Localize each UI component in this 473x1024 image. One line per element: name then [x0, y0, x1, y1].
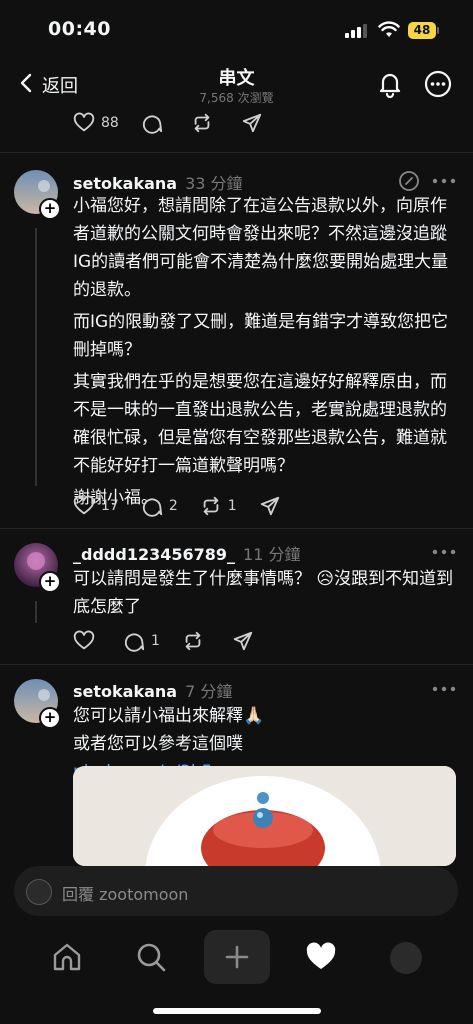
comment-paragraph: 其實我們在乎的是想要您在這邊好好解釋原由，而不是一昧的一直發出退款公告，老實說處…: [73, 372, 447, 476]
reply-avatar: [26, 879, 52, 905]
plus-icon: [225, 945, 249, 969]
repost-count: 1: [227, 498, 237, 514]
follow-plus-icon[interactable]: +: [39, 198, 61, 220]
search-icon[interactable]: [134, 940, 168, 974]
comment-icon: [124, 633, 145, 652]
reply-count: 2: [168, 498, 178, 514]
send-icon: [260, 496, 279, 516]
share-button[interactable]: [241, 112, 269, 134]
more-dots-icon[interactable]: [432, 178, 456, 184]
comment-actions: 1: [73, 630, 282, 652]
comment-button[interactable]: 1: [123, 630, 160, 652]
username[interactable]: setokakana: [73, 174, 177, 193]
new-post-button[interactable]: [204, 930, 270, 984]
profile-avatar[interactable]: [390, 942, 422, 974]
send-icon: [233, 631, 253, 651]
repost-icon: [203, 496, 219, 516]
timestamp: 33 分鐘: [185, 174, 243, 193]
comment-paragraph: 可以請問是發生了什麼事情嗎？ 😥沒跟到不知道到底怎麼了: [73, 569, 454, 617]
like-button[interactable]: 88: [73, 112, 119, 134]
comment-header: setokakana 7 分鐘: [73, 678, 232, 702]
follow-plus-icon[interactable]: +: [39, 707, 61, 729]
repost-button[interactable]: [182, 630, 210, 652]
comment-body: 可以請問是發生了什麼事情嗎？ 😥沒跟到不知道到底怎麼了: [73, 565, 458, 621]
comment-body: 小福您好，想請問除了在這公告退款以外，向原作者道歉的公關文何時會發出來呢？不然這…: [73, 192, 461, 512]
comment-icon: [142, 498, 162, 517]
username[interactable]: setokakana: [73, 682, 177, 701]
follow-plus-icon[interactable]: +: [39, 571, 61, 593]
more-dots-icon[interactable]: [432, 686, 456, 692]
home-indicator: [153, 1008, 321, 1014]
activity-heart-icon[interactable]: [304, 940, 338, 974]
reply-count: 1: [151, 633, 160, 649]
thread-line: [35, 601, 37, 623]
like-button[interactable]: 17: [73, 495, 119, 517]
top-post-actions: 88: [73, 112, 291, 134]
comment-button[interactable]: [141, 112, 169, 134]
more-dots-icon[interactable]: [432, 549, 456, 555]
comment-actions: 17 2 1: [73, 495, 309, 517]
battery-indicator: 48: [408, 22, 436, 39]
username[interactable]: _dddd123456789_: [73, 545, 235, 564]
edit-icon[interactable]: [398, 170, 420, 192]
heart-icon: [73, 630, 95, 650]
share-button[interactable]: [259, 495, 287, 517]
comment-header: setokakana 33 分鐘: [73, 170, 243, 194]
comment-button[interactable]: 2: [141, 495, 178, 517]
share-button[interactable]: [232, 630, 260, 652]
home-icon[interactable]: [50, 940, 84, 974]
repost-button[interactable]: [191, 112, 219, 134]
comment-paragraph: 而IG的限動發了又刪，難道是有錯字才導致您把它刪掉嗎？: [73, 312, 449, 360]
like-count: 88: [101, 115, 119, 131]
divider: [0, 152, 473, 153]
comment-paragraph: 小福您好，想請問除了在這公告退款以外，向原作者道歉的公關文何時會發出來呢？不然這…: [73, 196, 449, 300]
divider: [0, 528, 473, 529]
comment-header: _dddd123456789_ 11 分鐘: [73, 541, 300, 565]
heart-icon: [73, 495, 95, 515]
timestamp: 7 分鐘: [185, 682, 233, 701]
like-button[interactable]: [73, 630, 101, 652]
like-count: 17: [101, 498, 119, 514]
link-preview-image[interactable]: [73, 766, 456, 866]
status-time: 00:40: [48, 18, 111, 40]
battery-cap: [437, 27, 439, 34]
heart-icon: [73, 112, 95, 132]
comment-icon: [142, 115, 162, 134]
comment-paragraph: 您可以請小福出來解釋🙏🏻: [73, 706, 265, 726]
divider: [0, 664, 473, 665]
wifi-icon: [378, 21, 400, 37]
timestamp: 11 分鐘: [243, 545, 301, 564]
comment-paragraph: 或者您可以參考這個噗: [73, 734, 243, 754]
repost-button[interactable]: 1: [200, 495, 237, 517]
bell-icon[interactable]: [376, 70, 404, 98]
repost-icon: [185, 631, 201, 651]
more-options-icon[interactable]: [424, 70, 452, 98]
signal-icon: [345, 24, 367, 38]
repost-icon: [194, 113, 210, 133]
send-icon: [242, 113, 261, 133]
thread-line: [35, 228, 37, 486]
preview-illustration: [73, 766, 456, 866]
reply-placeholder[interactable]: 回覆 zootomoon: [62, 881, 188, 905]
